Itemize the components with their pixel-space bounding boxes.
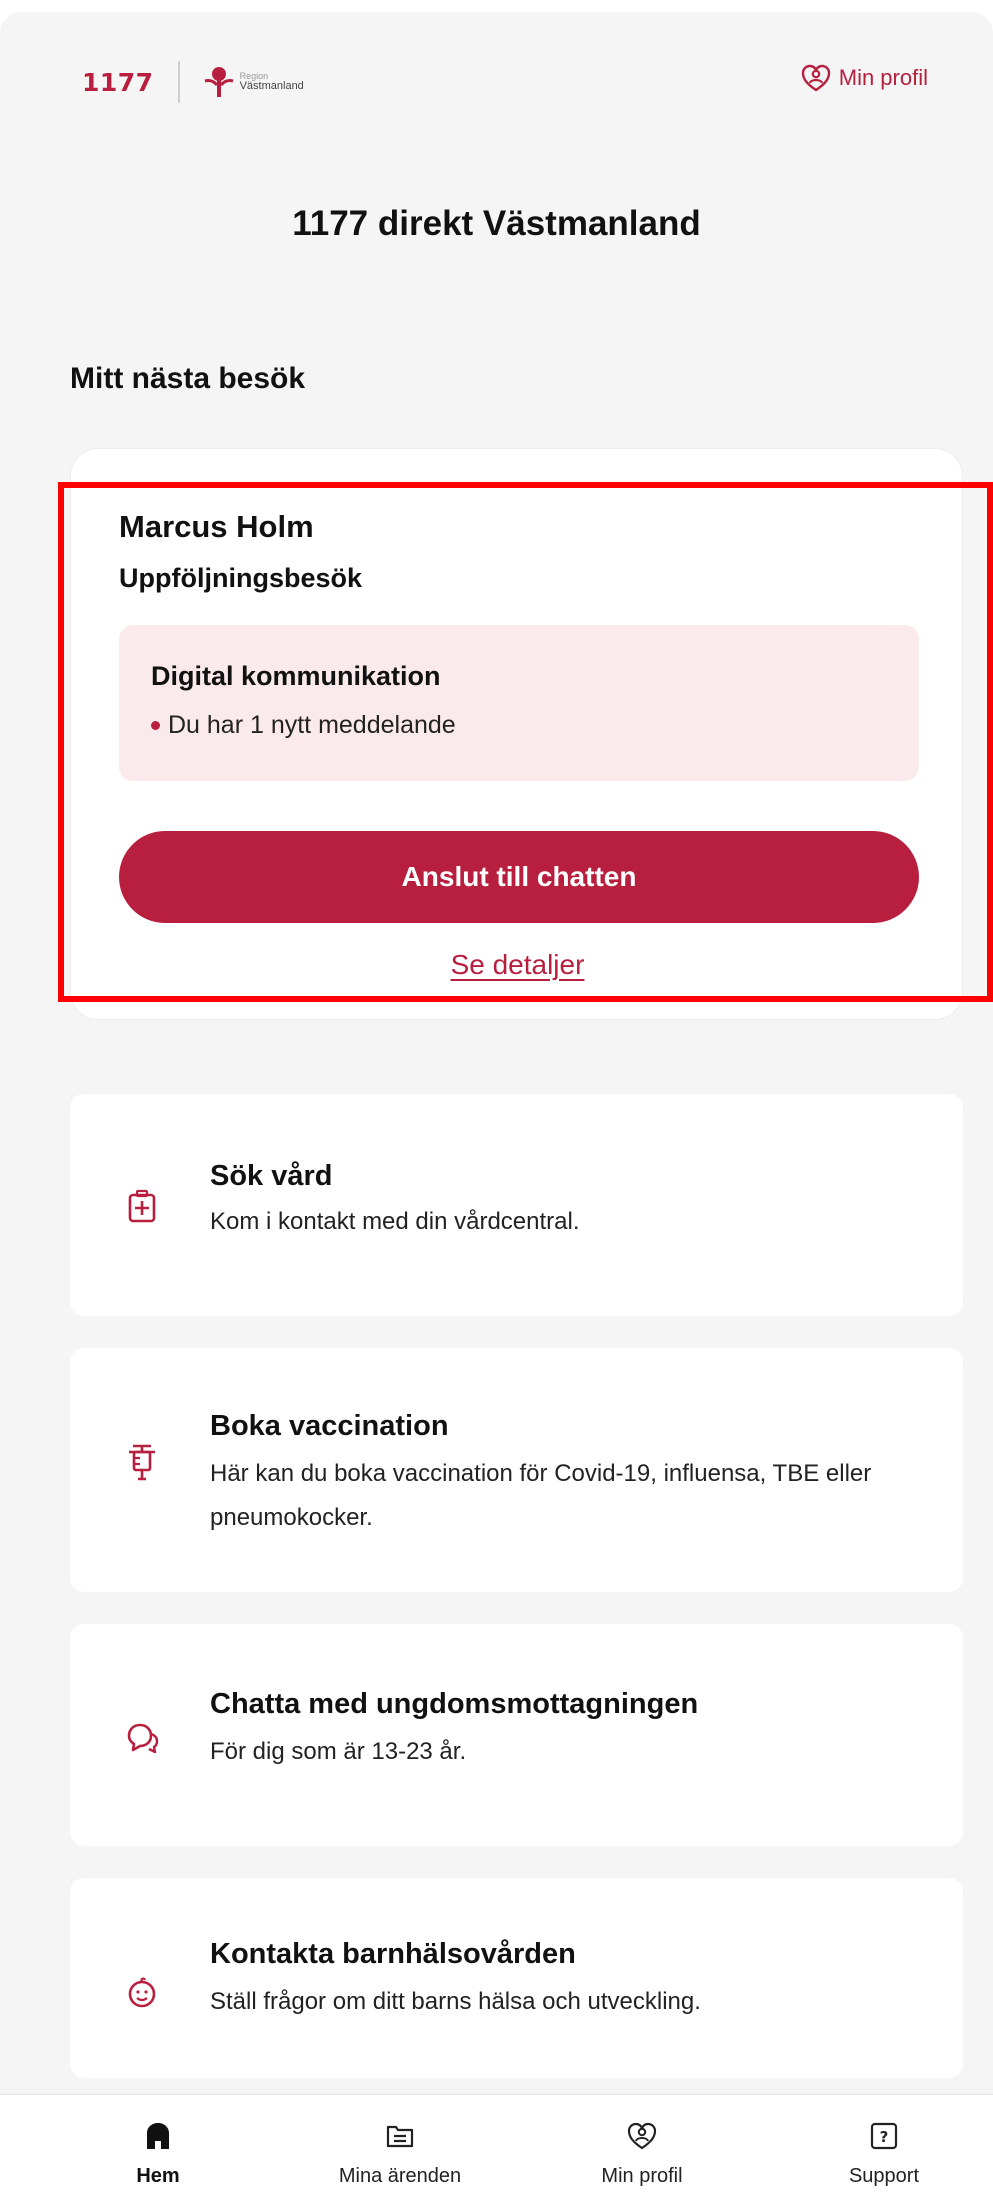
medical-plus-icon [122, 1186, 162, 1226]
digital-communication-title: Digital kommunikation [151, 661, 441, 691]
service-description: För dig som är 13-23 år. [210, 1738, 467, 1765]
region-logo: Region Västmanland [202, 65, 304, 99]
service-title: Kontakta barnhälsovården [210, 1938, 576, 1970]
service-description: Här kan du boka vaccination för Covid-19… [210, 1460, 872, 1531]
nav-label: Mina ärenden [338, 2165, 462, 2187]
person-heart-icon [801, 64, 830, 92]
logo-separator [177, 61, 180, 103]
unread-dot-icon [151, 721, 160, 730]
nav-home[interactable]: Hem [58, 2095, 258, 2206]
help-icon: ? [869, 2119, 899, 2153]
new-message-notice: Du har 1 nytt meddelande [151, 711, 456, 740]
inbox-icon [385, 2119, 415, 2153]
digital-communication-box: Digital kommunikation Du har 1 nytt medd… [119, 625, 919, 781]
home-icon [145, 2119, 171, 2153]
nav-label: Hem [136, 2165, 180, 2187]
nav-my-profile[interactable]: Min profil [542, 2095, 742, 2206]
logo[interactable]: 1177 Region Västmanland [82, 52, 304, 112]
baby-face-icon [122, 1972, 162, 2012]
service-title: Sök vård [210, 1160, 333, 1192]
new-message-text: Du har 1 nytt meddelande [168, 711, 456, 739]
nav-label: Support [848, 2165, 920, 2187]
region-logo-name: Västmanland [239, 80, 304, 92]
svg-text:?: ? [880, 2128, 889, 2146]
see-details-link: Se detaljer [71, 949, 964, 981]
service-card-barnhalsovard[interactable]: Kontakta barnhälsovården Ställ frågor om… [70, 1878, 963, 2078]
service-card-ungdomsmottagning[interactable]: Chatta med ungdomsmottagningen För dig s… [70, 1624, 963, 1846]
service-card-sok-vard[interactable]: Sök vård Kom i kontakt med din vårdcentr… [70, 1094, 963, 1316]
top-header: 1177 Region Västmanland Min profil [0, 12, 993, 134]
see-details-link-text[interactable]: Se detaljer [451, 949, 585, 980]
service-title: Chatta med ungdomsmottagningen [210, 1688, 699, 1720]
region-logo-text: Region Västmanland [240, 72, 304, 92]
profile-link[interactable]: Min profil [801, 64, 928, 92]
chat-bubbles-icon [122, 1718, 162, 1758]
app-screen: 1177 Region Västmanland Min profil 1177 … [0, 12, 993, 2206]
service-title: Boka vaccination [210, 1410, 449, 1442]
region-tree-icon [204, 67, 234, 97]
logo-1177: 1177 [82, 67, 154, 97]
join-chat-button[interactable]: Anslut till chatten [119, 831, 919, 923]
nav-label: Min profil [601, 2165, 683, 2187]
nav-my-cases[interactable]: Mina ärenden [300, 2095, 500, 2206]
service-card-boka-vaccination[interactable]: Boka vaccination Här kan du boka vaccina… [70, 1348, 963, 1592]
nav-support[interactable]: ? Support [784, 2095, 984, 2206]
page-title: 1177 direkt Västmanland [292, 204, 701, 243]
visit-patient-name: Marcus Holm [119, 509, 314, 544]
next-visit-card: Marcus Holm Uppföljningsbesök Digital ko… [70, 448, 963, 1020]
bottom-navigation: Hem Mina ärenden Min profil ? Support [0, 2094, 993, 2206]
syringe-icon [122, 1442, 162, 1482]
visit-type: Uppföljningsbesök [119, 563, 362, 593]
next-visit-heading: Mitt nästa besök [70, 362, 306, 395]
person-heart-icon [627, 2119, 657, 2153]
profile-link-label: Min profil [838, 65, 928, 90]
service-description: Ställ frågor om ditt barns hälsa och utv… [210, 1988, 701, 2015]
service-description: Kom i kontakt med din vårdcentral. [210, 1208, 580, 1235]
